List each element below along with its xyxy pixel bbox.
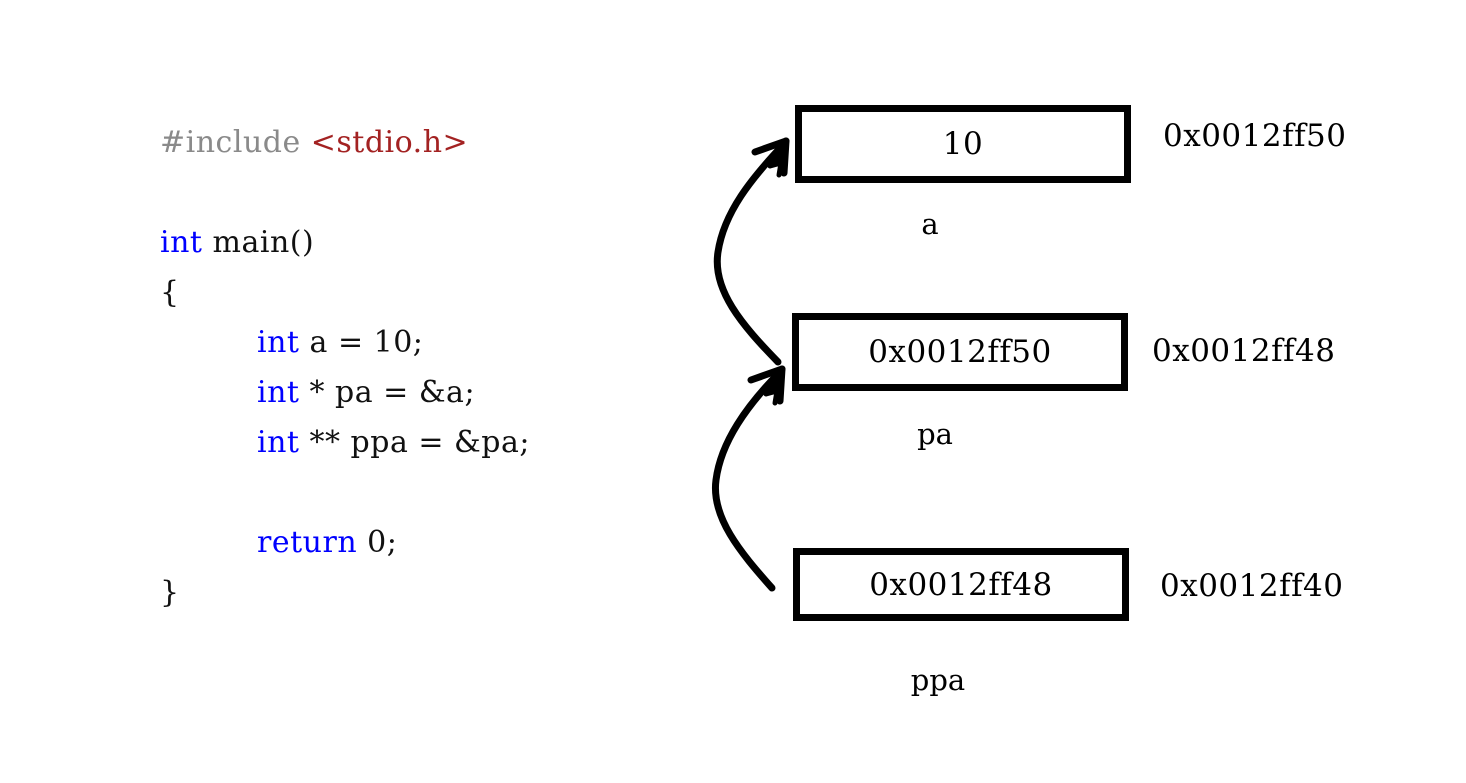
arrow-pa-points-to-a: [713, 137, 790, 366]
memory-label-a: a: [921, 207, 939, 241]
memory-address-pa: 0x0012ff48: [1152, 333, 1336, 369]
code-token-header: <stdio.h>: [310, 125, 469, 160]
memory-cell-ppa: 0x0012ff48: [793, 548, 1129, 621]
code-line: int a = 10;: [160, 318, 680, 368]
arrow-ppa-points-to-pa: [711, 365, 786, 592]
code-listing: #include <stdio.h> int main() { int a = …: [160, 118, 680, 618]
code-token-decl-a: a = 10;: [299, 325, 424, 360]
code-token-return-value: 0;: [357, 525, 398, 560]
code-token-main: main(): [202, 225, 315, 260]
code-token-keyword-int: int: [160, 225, 203, 260]
pointer-diagram-canvas: #include <stdio.h> int main() { int a = …: [0, 0, 1466, 783]
memory-address-ppa: 0x0012ff40: [1160, 568, 1344, 604]
code-token-keyword-int: int: [257, 425, 300, 460]
code-line: int main(): [160, 218, 680, 268]
code-token-decl-pa: * pa = &a;: [299, 375, 476, 410]
memory-cell-value: 10: [942, 126, 984, 162]
code-token-keyword-int: int: [257, 325, 300, 360]
code-line: }: [160, 568, 680, 618]
memory-address-a: 0x0012ff50: [1163, 118, 1347, 154]
code-line: return 0;: [160, 518, 680, 568]
memory-cell-value: 0x0012ff48: [869, 566, 1053, 603]
memory-cell-value: 0x0012ff50: [868, 334, 1052, 370]
code-token-include: #include: [160, 125, 311, 160]
code-token-open-brace: {: [160, 275, 180, 310]
code-token-keyword-return: return: [257, 525, 358, 560]
memory-cell-a: 10: [795, 105, 1131, 183]
code-line: int * pa = &a;: [160, 368, 680, 418]
code-token-close-brace: }: [160, 575, 180, 610]
code-token-keyword-int: int: [257, 375, 300, 410]
code-token-decl-ppa: ** ppa = &pa;: [299, 425, 530, 460]
code-line: int ** ppa = &pa;: [160, 418, 680, 468]
memory-cell-pa: 0x0012ff50: [792, 313, 1128, 391]
code-line: #include <stdio.h>: [160, 118, 680, 168]
code-line: {: [160, 268, 680, 318]
memory-label-pa: pa: [917, 417, 953, 451]
memory-label-ppa: ppa: [910, 663, 966, 697]
